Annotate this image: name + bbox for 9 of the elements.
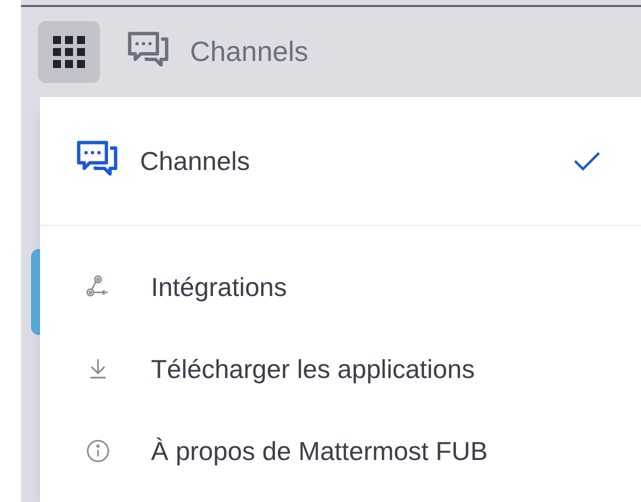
info-icon [85,438,111,464]
product-title: Channels [190,35,308,69]
menu-item[interactable]: Channels [40,97,641,225]
app-grid-button[interactable] [38,21,100,83]
grid-icon [53,36,85,68]
menu-link[interactable]: Télécharger les applications [40,328,641,410]
menu-link[interactable]: Intégrations [40,246,641,328]
check-icon [573,150,601,172]
menu-link[interactable]: À propos de Mattermost FUB [40,410,641,492]
